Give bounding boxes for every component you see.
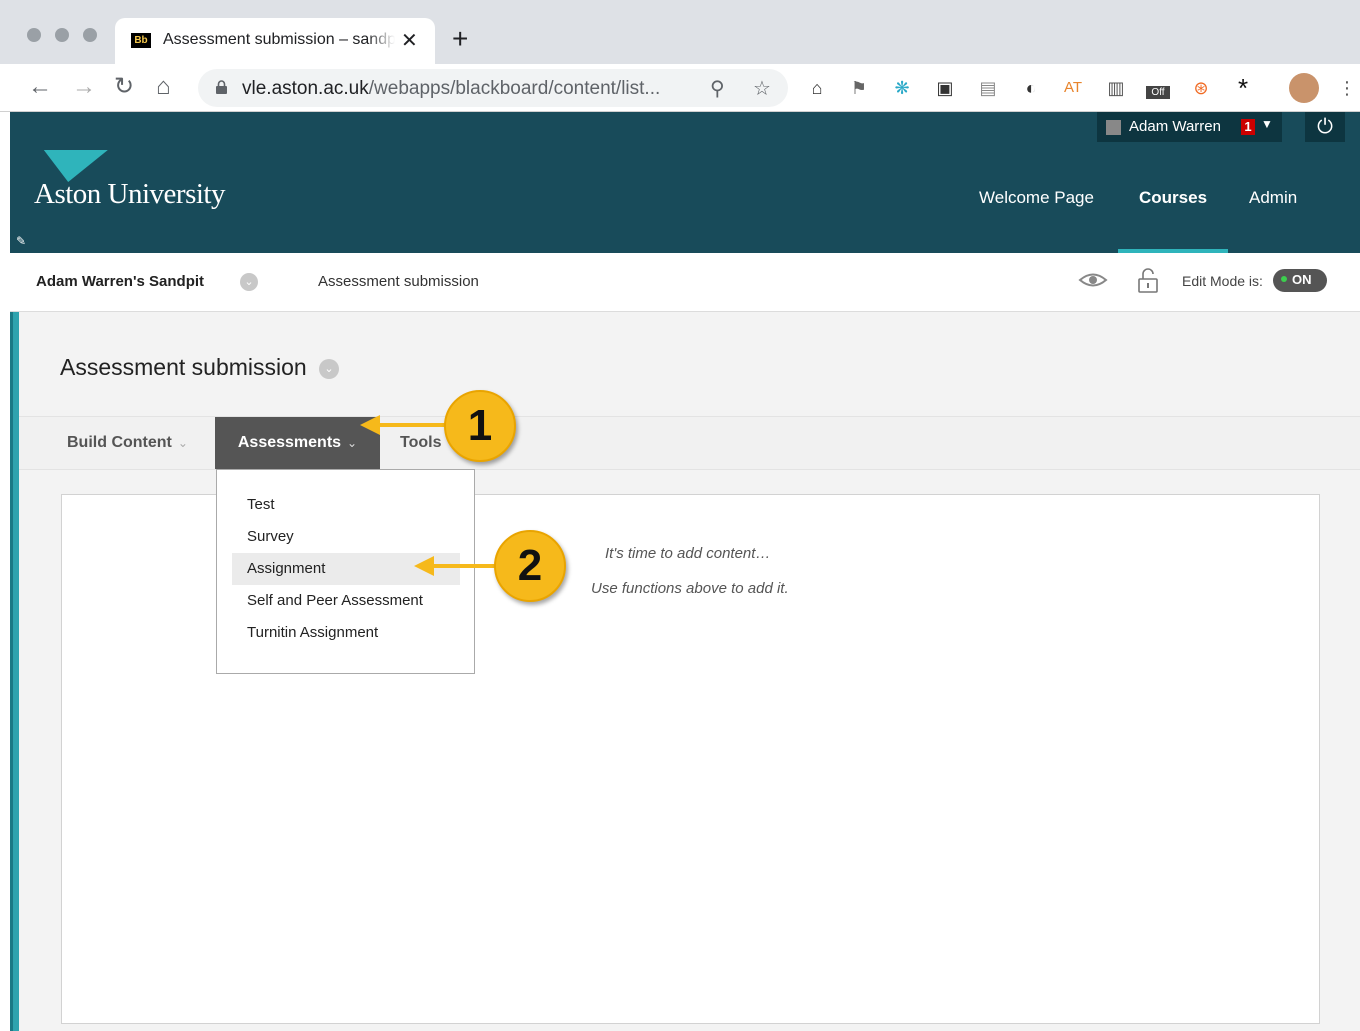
flag-extension-icon[interactable]: ⚑ [846, 75, 872, 101]
nav-welcome-page[interactable]: Welcome Page [979, 188, 1094, 208]
browser-menu-icon[interactable]: ⋮ [1334, 75, 1360, 101]
lightbulb-extension-icon[interactable]: ▣ [932, 75, 958, 101]
browser-tabstrip: Bb Assessment submission – sandpit ✕ + [0, 0, 1360, 64]
pin-icon[interactable]: ✎ [16, 234, 26, 248]
window-minimize-dot[interactable] [55, 28, 69, 42]
blackboard-favicon-icon: Bb [131, 33, 151, 48]
url-path: /webapps/blackboard/content/list... [368, 78, 661, 99]
tab-title: Assessment submission – sandpit [163, 31, 395, 48]
user-menu[interactable]: Adam Warren 1 ▼ [1097, 112, 1282, 142]
off-label: Off [1146, 86, 1170, 99]
nav-admin[interactable]: Admin [1249, 188, 1297, 208]
window-zoom-dot[interactable] [83, 28, 97, 42]
notification-badge[interactable]: 1 [1241, 119, 1255, 135]
breadcrumb: Adam Warren's Sandpit ⌄ Assessment submi… [10, 253, 1360, 312]
address-bar[interactable]: vle.aston.ac.uk/webapps/blackboard/conte… [198, 69, 788, 107]
action-bar: Build Content ⌄ Assessments ⌄ Tools [19, 416, 1360, 470]
home-icon[interactable]: ⌂ [156, 73, 171, 101]
caret-down-icon[interactable]: ▼ [1261, 117, 1273, 131]
edit-mode-label: Edit Mode is: [1182, 273, 1263, 289]
forward-arrow-icon[interactable]: → [72, 73, 96, 101]
lock-icon [216, 80, 227, 94]
menu-item-test[interactable]: Test [232, 489, 460, 521]
document-extension-icon[interactable]: ▤ [975, 75, 1001, 101]
nav-courses[interactable]: Courses [1139, 188, 1207, 208]
callout-2-arrow-head-icon [414, 556, 434, 576]
course-menu-edge [10, 312, 13, 1031]
edit-mode-toggle[interactable]: ON [1273, 269, 1327, 292]
edit-mode-state: ON [1292, 272, 1312, 287]
tab-close-icon[interactable]: ✕ [401, 28, 418, 53]
user-avatar-icon [1106, 120, 1121, 135]
bookmark-star-icon[interactable]: ☆ [753, 76, 771, 101]
assessments-label: Assessments [237, 434, 342, 451]
page-title: Assessment submission [60, 354, 307, 380]
chevron-down-icon: ⌄ [347, 436, 358, 450]
url-host: vle.aston.ac.uk [242, 78, 369, 99]
logout-power-icon[interactable]: ⏻ [1305, 112, 1345, 142]
at-extension-icon[interactable]: AT [1060, 75, 1086, 101]
student-preview-eye-icon[interactable] [1078, 269, 1108, 291]
menu-item-survey[interactable]: Survey [232, 521, 460, 553]
menu-item-turnitin-assignment[interactable]: Turnitin Assignment [232, 617, 460, 649]
callout-1-arrow-head-icon [360, 415, 380, 435]
callout-2-badge: 2 [494, 530, 566, 602]
build-content-button[interactable]: Build Content ⌄ [67, 417, 188, 469]
globe-extension-icon[interactable]: ❋ [889, 75, 915, 101]
empty-state-line2: Use functions above to add it. [591, 580, 789, 597]
orange-extension-icon[interactable]: ⊛ [1188, 75, 1214, 101]
assessments-button[interactable]: Assessments ⌄ [215, 417, 380, 469]
toggle-status-dot [1281, 276, 1287, 282]
user-name: Adam Warren [1129, 118, 1221, 135]
build-content-label: Build Content [67, 434, 172, 451]
callout-1-badge: 1 [444, 390, 516, 462]
breadcrumb-page: Assessment submission [318, 273, 479, 290]
back-arrow-icon[interactable]: ← [28, 73, 52, 101]
breadcrumb-course[interactable]: Adam Warren's Sandpit [36, 273, 204, 290]
profile-avatar-icon[interactable] [1289, 73, 1319, 103]
assessments-dropdown-menu: Test Survey Assignment Self and Peer Ass… [216, 469, 475, 674]
reload-icon[interactable]: ↻ [114, 73, 134, 101]
menu-item-self-and-peer-assessment[interactable]: Self and Peer Assessment [232, 585, 460, 617]
site-header: Aston University ✎ Adam Warren 1 ▼ ⏻ Wel… [10, 112, 1360, 253]
breadcrumb-chevron-icon[interactable]: ⌄ [240, 273, 258, 291]
url-text: vle.aston.ac.uk/webapps/blackboard/conte… [242, 78, 660, 100]
site-logo[interactable]: Aston University [34, 178, 225, 211]
circle-extension-icon[interactable]: ◐ [1018, 75, 1044, 101]
hypothesis-extension-icon[interactable]: ▥ [1103, 75, 1129, 101]
zoom-magnifier-icon[interactable]: ⚲ [710, 76, 725, 101]
course-menu-collapsed-bar[interactable] [10, 312, 19, 1031]
unlock-icon[interactable] [1137, 267, 1159, 293]
tools-label: Tools [400, 434, 442, 451]
page-title-chevron-icon[interactable]: ⌄ [319, 359, 339, 379]
empty-state-line1: It's time to add content… [605, 545, 771, 562]
screen: Bb Assessment submission – sandpit ✕ + ←… [0, 0, 1360, 1031]
window-close-dot[interactable] [27, 28, 41, 42]
new-tab-icon[interactable]: + [452, 24, 468, 54]
asterisk-extension-icon[interactable]: * [1230, 75, 1256, 101]
chevron-down-icon: ⌄ [177, 436, 188, 450]
off-extension-icon[interactable]: Off [1146, 78, 1172, 104]
browser-tab[interactable]: Bb Assessment submission – sandpit ✕ [115, 18, 435, 64]
library-extension-icon[interactable]: ⌂ [804, 75, 830, 101]
